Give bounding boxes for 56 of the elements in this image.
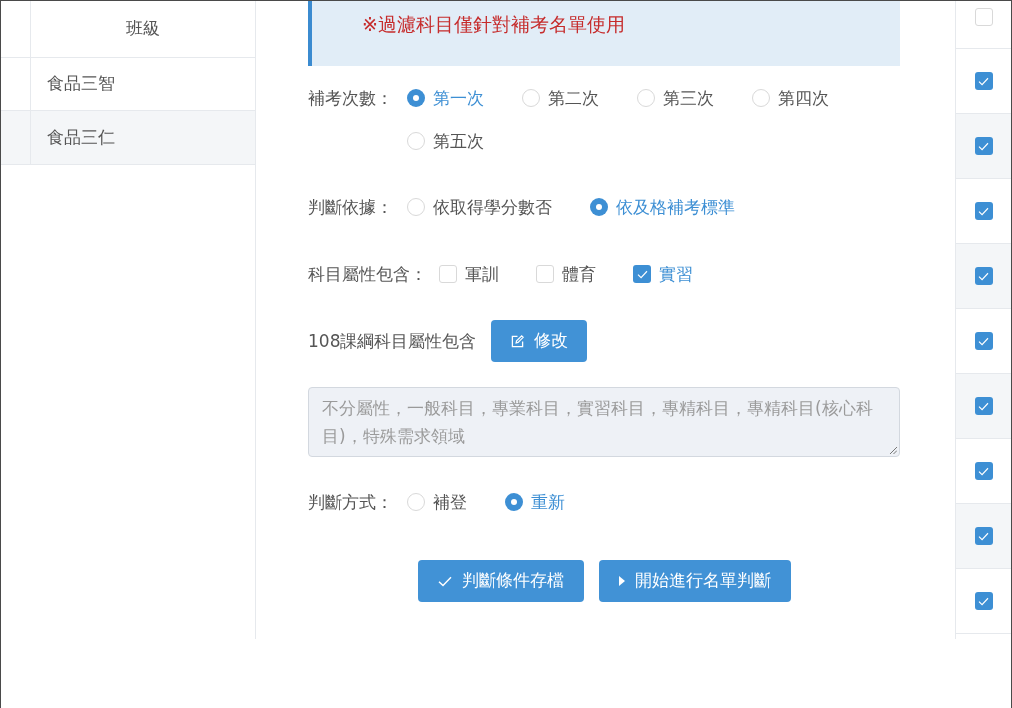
checkbox[interactable] [974,72,993,90]
checkbox[interactable] [974,137,993,155]
option-label[interactable]: 重新 [531,490,565,514]
radio-button[interactable] [407,89,425,107]
check-icon [978,206,989,216]
check-icon [978,401,989,411]
radio-button[interactable] [637,89,655,107]
option-label[interactable]: 第二次 [548,86,599,110]
check-icon [437,575,452,587]
option-label[interactable]: 軍訓 [465,262,499,286]
checkbox[interactable] [439,265,457,283]
radio-button[interactable] [407,198,425,216]
check-icon [978,76,989,86]
check-icon [978,466,989,476]
edit-icon [510,334,524,348]
table-cell-text: 食品三仁 [46,125,116,149]
column-header: 班級 [125,17,161,41]
check-icon [978,141,989,151]
radio-button[interactable] [407,493,425,511]
play-icon [618,576,625,586]
option-label[interactable]: 第五次 [433,129,484,153]
radio-button[interactable] [522,89,540,107]
option-label[interactable]: 第三次 [663,86,714,110]
radio-button[interactable] [505,493,523,511]
option-label[interactable]: 依取得學分數否 [433,195,552,219]
checkbox[interactable] [974,202,993,220]
check-icon [636,269,648,279]
field-label: 108課綱科目屬性包含 [308,330,477,353]
option-label[interactable]: 第四次 [778,86,829,110]
option-label[interactable]: 體育 [562,262,596,286]
check-icon [978,531,989,541]
checkbox[interactable] [974,8,993,26]
checkbox[interactable] [974,592,993,610]
field-label: 科目屬性包含： [308,263,427,286]
checkbox[interactable] [633,265,651,283]
notice-text: ※過濾科目僅針對補考名單使用 [362,13,625,35]
checkbox[interactable] [974,397,993,415]
table-cell-text: 食品三智 [46,72,116,96]
checkbox[interactable] [974,462,993,480]
check-icon [978,271,989,281]
checkbox[interactable] [974,527,993,545]
option-label[interactable]: 實習 [659,262,693,286]
check-icon [978,596,989,606]
option-label[interactable]: 補登 [433,490,467,514]
checkbox[interactable] [536,265,554,283]
field-label: 判斷依據： [308,196,394,219]
radio-button[interactable] [590,198,608,216]
check-icon [978,336,989,346]
option-label[interactable]: 第一次 [433,86,484,110]
field-label: 判斷方式： [308,491,394,514]
radio-button[interactable] [752,89,770,107]
checkbox[interactable] [974,332,993,350]
field-label: 補考次數： [308,87,394,110]
option-label[interactable]: 依及格補考標準 [616,195,735,219]
checkbox[interactable] [974,267,993,285]
radio-button[interactable] [407,132,425,150]
